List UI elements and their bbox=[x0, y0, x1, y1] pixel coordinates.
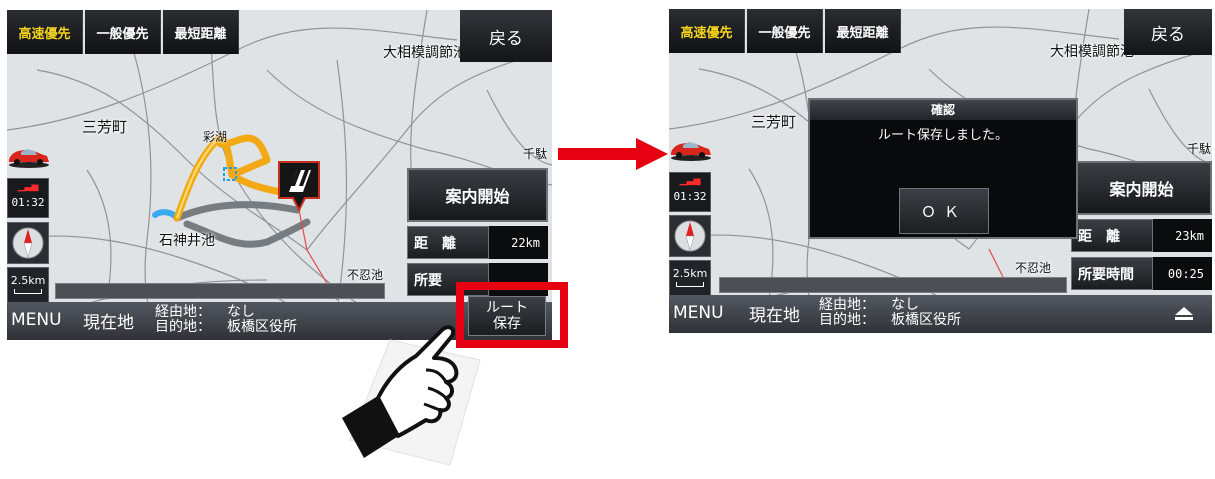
distance-label: 距 離 bbox=[407, 226, 489, 259]
back-button[interactable]: 戻る bbox=[1124, 9, 1212, 55]
ok-button[interactable]: ＯＫ bbox=[899, 188, 989, 234]
distance-label: 距 離 bbox=[1071, 219, 1153, 252]
distance-row: 距 離 23km bbox=[1071, 219, 1212, 252]
distance-value: 22km bbox=[489, 226, 548, 259]
horizontal-scrollbar[interactable] bbox=[719, 277, 1067, 293]
current-location-button[interactable]: 現在地 bbox=[83, 308, 134, 333]
time-value: 00:25 bbox=[1153, 257, 1212, 290]
destination-label: 目的地： bbox=[819, 312, 875, 328]
compass-button[interactable] bbox=[7, 222, 49, 264]
via-label: 経由地： bbox=[155, 304, 211, 320]
map-label-place: 不忍池 bbox=[347, 268, 384, 282]
tab-shortest-distance[interactable]: 最短距離 bbox=[163, 10, 239, 54]
dialog-message: ルート保存しました。 bbox=[877, 128, 1008, 143]
map-label-place: 三芳町 bbox=[751, 113, 797, 131]
scale-label: 2.5km bbox=[672, 267, 708, 280]
start-guidance-button[interactable]: 案内開始 bbox=[407, 168, 548, 222]
route-info: 経由地： なし 目的地： 板橋区役所 bbox=[819, 298, 961, 328]
tapping-hand-icon bbox=[342, 325, 481, 466]
scale-bar bbox=[14, 289, 42, 294]
route-priority-tabs: 高速優先 一般優先 最短距離 bbox=[7, 10, 241, 54]
map-label-place: 千駄 bbox=[1187, 142, 1212, 156]
car-icon bbox=[9, 149, 49, 168]
tab-highway-priority[interactable]: 高速優先 bbox=[7, 10, 83, 54]
eject-icon bbox=[1175, 307, 1193, 320]
map-label-place: 大相模調節池 bbox=[383, 45, 467, 61]
menu-button[interactable]: MENU bbox=[11, 310, 62, 330]
tab-general-priority[interactable]: 一般優先 bbox=[747, 9, 823, 53]
transition-arrow-icon bbox=[558, 138, 668, 170]
destination-value: 板橋区役所 bbox=[891, 312, 961, 328]
signal-icon: ▁▃▅ bbox=[17, 182, 39, 192]
via-value: なし bbox=[227, 304, 255, 320]
distance-value: 23km bbox=[1153, 219, 1212, 252]
destination-label: 目的地： bbox=[155, 319, 211, 335]
compass-icon bbox=[12, 227, 44, 259]
car-icon bbox=[671, 142, 711, 161]
map-label-place: 大相模調節池 bbox=[1050, 44, 1134, 60]
scale-indicator[interactable]: 2.5km bbox=[669, 260, 711, 296]
via-value: なし bbox=[891, 297, 919, 313]
tab-highway-priority[interactable]: 高速優先 bbox=[669, 9, 745, 53]
map-label-place: 不忍池 bbox=[1015, 261, 1052, 275]
distance-row: 距 離 22km bbox=[407, 226, 548, 259]
start-guidance-button[interactable]: 案内開始 bbox=[1071, 161, 1212, 215]
via-label: 経由地： bbox=[819, 297, 875, 313]
scale-indicator[interactable]: 2.5km bbox=[7, 267, 49, 303]
route-priority-tabs: 高速優先 一般優先 最短距離 bbox=[669, 9, 903, 53]
confirm-dialog: 確認 ルート保存しました。 ＯＫ bbox=[808, 98, 1078, 239]
clock-display: 01:32 bbox=[673, 190, 707, 203]
clock-display: 01:32 bbox=[11, 196, 45, 209]
destination-value: 板橋区役所 bbox=[227, 319, 297, 335]
map-label-place: 石神井池 bbox=[159, 233, 215, 249]
status-panel: ▁▃▅ 01:32 bbox=[669, 172, 711, 212]
tab-shortest-distance[interactable]: 最短距離 bbox=[825, 9, 901, 53]
map-label-place: 彩湖 bbox=[203, 130, 228, 144]
time-label: 所要時間 bbox=[1071, 257, 1153, 290]
route-info: 経由地： なし 目的地： 板橋区役所 bbox=[155, 305, 297, 335]
dialog-title: 確認 bbox=[810, 100, 1076, 120]
menu-button[interactable]: MENU bbox=[673, 303, 724, 323]
bottom-bar: MENU 現在地 経由地： なし 目的地： 板橋区役所 bbox=[669, 295, 1212, 333]
back-button[interactable]: 戻る bbox=[460, 10, 552, 62]
map-label-place: 千駄 bbox=[523, 147, 548, 161]
compass-icon bbox=[674, 220, 706, 252]
compass-button[interactable] bbox=[669, 215, 711, 257]
eject-button[interactable] bbox=[1162, 301, 1206, 327]
status-panel: ▁▃▅ 01:32 bbox=[7, 178, 49, 218]
map-label-place: 三芳町 bbox=[82, 118, 128, 136]
horizontal-scrollbar[interactable] bbox=[55, 283, 385, 299]
time-row: 所要時間 00:25 bbox=[1071, 257, 1212, 290]
nav-screen-after: 大相模調節池 三芳町 不忍池 千駄 半蔵 高速優先 一般優先 最短距離 戻る ▁… bbox=[669, 9, 1212, 333]
signal-icon: ▁▃▅ bbox=[679, 176, 701, 186]
scale-bar bbox=[676, 282, 704, 287]
tab-general-priority[interactable]: 一般優先 bbox=[85, 10, 161, 54]
current-location-button[interactable]: 現在地 bbox=[749, 301, 800, 326]
scale-label: 2.5km bbox=[10, 274, 46, 287]
